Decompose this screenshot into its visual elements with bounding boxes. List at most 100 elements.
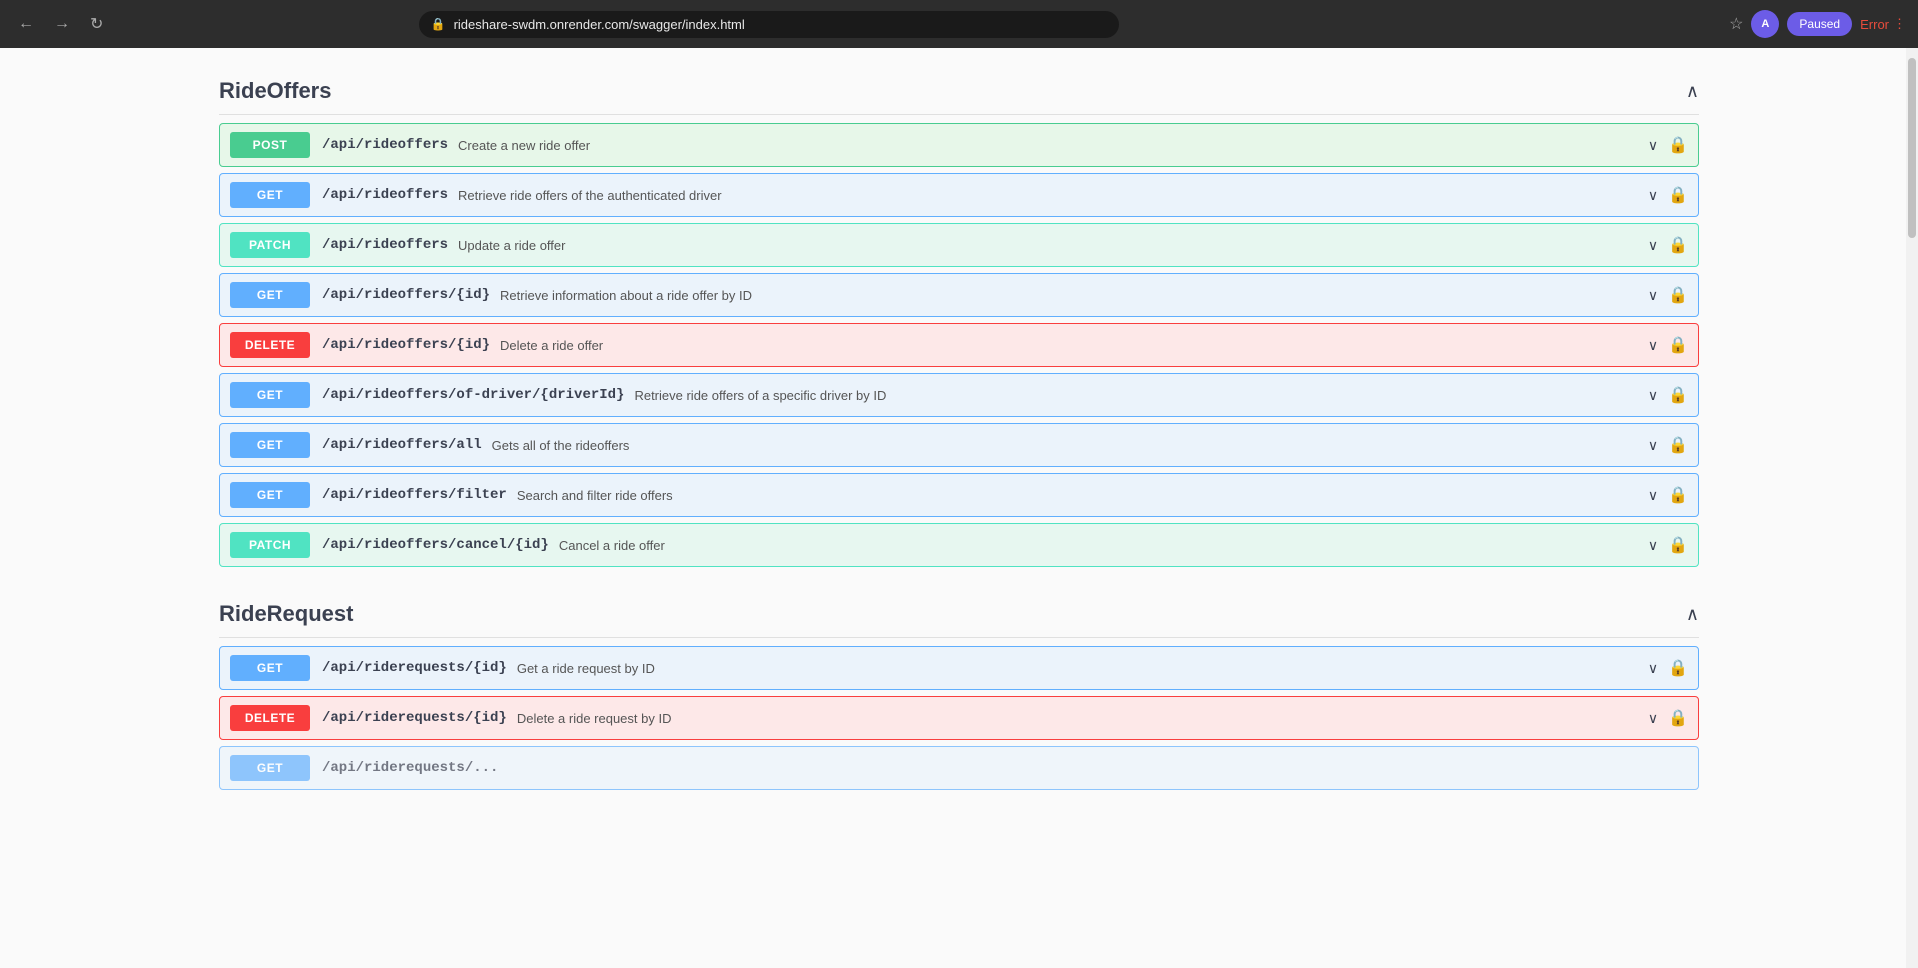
lock-icon-8: 🔒 [1668,535,1688,555]
api-path-1: /api/riderequests/{id} [322,710,507,726]
row-actions-1: ∨🔒 [1648,708,1688,728]
api-desc-0: Get a ride request by ID [517,661,1648,676]
api-row-ride-offers-2[interactable]: PATCH/api/rideoffers Update a ride offer∨… [219,223,1699,267]
forward-button[interactable]: → [48,11,76,37]
method-badge-get-partial: GET [230,755,310,781]
api-desc-1: Delete a ride request by ID [517,711,1648,726]
error-button[interactable]: Error ⋮ [1860,16,1906,32]
api-desc-1: Retrieve ride offers of the authenticate… [458,188,1648,203]
chevron-down-icon-3[interactable]: ∨ [1648,287,1658,304]
back-button[interactable]: ← [12,11,40,37]
api-row-ride-offers-5[interactable]: GET/api/rideoffers/of-driver/{driverId}R… [219,373,1699,417]
api-desc-4: Delete a ride offer [500,338,1648,353]
api-path-2: /api/rideoffers [322,237,448,253]
api-path-0: /api/rideoffers [322,137,448,153]
row-actions-1: ∨🔒 [1648,185,1688,205]
api-row-ride-offers-7[interactable]: GET/api/rideoffers/filter Search and filt… [219,473,1699,517]
api-desc-2: Update a ride offer [458,238,1648,253]
chevron-down-icon-0[interactable]: ∨ [1648,137,1658,154]
profile-initial: A [1761,18,1769,30]
chevron-down-icon-1[interactable]: ∨ [1648,710,1658,727]
method-badge-get-7: GET [230,482,310,508]
method-badge-patch-2: PATCH [230,232,310,258]
api-desc-6: Gets all of the rideoffers [492,438,1648,453]
chevron-down-icon-5[interactable]: ∨ [1648,387,1658,404]
row-actions-0: ∨🔒 [1648,135,1688,155]
api-path-5: /api/rideoffers/of-driver/{driverId} [322,387,624,403]
api-row-ride-offers-8[interactable]: PATCH/api/rideoffers/cancel/{id} Cancel a… [219,523,1699,567]
api-row-partial[interactable]: GET/api/riderequests/... [219,746,1699,790]
lock-icon: 🔒 [431,17,446,31]
url-text[interactable]: rideshare-swdm.onrender.com/swagger/inde… [454,17,745,32]
api-desc-8: Cancel a ride offer [559,538,1648,553]
section-ride-offers: RideOffers∧ POST/api/rideoffers Create a n… [219,68,1699,567]
paused-label: Paused [1799,17,1840,31]
section-ride-request: RideRequest∧GET/api/riderequests/{id}Get… [219,591,1699,790]
chevron-up-icon-ride-offers: ∧ [1686,81,1699,102]
api-path-4: /api/rideoffers/{id} [322,337,490,353]
section-header-ride-request[interactable]: RideRequest ∧ [219,591,1699,638]
profile-button[interactable]: A [1751,10,1779,38]
api-path-0: /api/riderequests/{id} [322,660,507,676]
section-title-ride-request: RideRequest [219,601,353,627]
address-bar: 🔒 rideshare-swdm.onrender.com/swagger/in… [419,11,1119,38]
row-actions-2: ∨🔒 [1648,235,1688,255]
method-badge-post-0: POST [230,132,310,158]
api-row-ride-offers-3[interactable]: GET/api/rideoffers/{id} Retrieve informat… [219,273,1699,317]
main-content: RideOffers∧ POST/api/rideoffers Create a n… [189,48,1729,834]
chevron-down-icon-6[interactable]: ∨ [1648,437,1658,454]
row-actions-3: ∨🔒 [1648,285,1688,305]
api-row-ride-offers-1[interactable]: GET/api/rideoffersRetrieve ride offers o… [219,173,1699,217]
chevron-down-icon-7[interactable]: ∨ [1648,487,1658,504]
chevron-down-icon-0[interactable]: ∨ [1648,660,1658,677]
api-path-partial: /api/riderequests/... [322,760,498,776]
lock-icon-4: 🔒 [1668,335,1688,355]
api-row-ride-offers-0[interactable]: POST/api/rideoffers Create a new ride off… [219,123,1699,167]
scrollbar-thumb[interactable] [1908,58,1916,238]
lock-icon-2: 🔒 [1668,235,1688,255]
api-row-ride-offers-4[interactable]: DELETE/api/rideoffers/{id} Delete a ride … [219,323,1699,367]
api-path-6: /api/rideoffers/all [322,437,482,453]
api-path-3: /api/rideoffers/{id} [322,287,490,303]
chevron-down-icon-8[interactable]: ∨ [1648,537,1658,554]
method-badge-patch-8: PATCH [230,532,310,558]
browser-chrome: ← → ↻ 🔒 rideshare-swdm.onrender.com/swag… [0,0,1918,48]
error-menu-icon: ⋮ [1893,16,1906,32]
lock-icon-5: 🔒 [1668,385,1688,405]
lock-icon-6: 🔒 [1668,435,1688,455]
api-desc-0: Create a new ride offer [458,138,1648,153]
row-actions-4: ∨🔒 [1648,335,1688,355]
api-desc-3: Retrieve information about a ride offer … [500,288,1648,303]
refresh-button[interactable]: ↻ [84,10,109,38]
method-badge-get-5: GET [230,382,310,408]
method-badge-get-6: GET [230,432,310,458]
api-row-ride-offers-6[interactable]: GET/api/rideoffers/all Gets all of the ri… [219,423,1699,467]
bookmark-star-icon[interactable]: ☆ [1729,14,1743,34]
api-row-ride-request-1[interactable]: DELETE/api/riderequests/{id} Delete a rid… [219,696,1699,740]
row-actions-8: ∨🔒 [1648,535,1688,555]
lock-icon-1: 🔒 [1668,708,1688,728]
chevron-down-icon-1[interactable]: ∨ [1648,187,1658,204]
method-badge-delete-1: DELETE [230,705,310,731]
row-actions-7: ∨🔒 [1648,485,1688,505]
row-actions-5: ∨🔒 [1648,385,1688,405]
error-label: Error [1860,17,1889,32]
lock-icon-7: 🔒 [1668,485,1688,505]
api-path-8: /api/rideoffers/cancel/{id} [322,537,549,553]
chevron-down-icon-4[interactable]: ∨ [1648,337,1658,354]
row-actions-6: ∨🔒 [1648,435,1688,455]
chevron-up-icon-ride-request: ∧ [1686,604,1699,625]
chevron-down-icon-2[interactable]: ∨ [1648,237,1658,254]
lock-icon-1: 🔒 [1668,185,1688,205]
section-header-ride-offers[interactable]: RideOffers∧ [219,68,1699,115]
method-badge-get-3: GET [230,282,310,308]
method-badge-delete-4: DELETE [230,332,310,358]
api-path-7: /api/rideoffers/filter [322,487,507,503]
api-row-ride-request-0[interactable]: GET/api/riderequests/{id}Get a ride requ… [219,646,1699,690]
scrollbar[interactable] [1906,48,1918,968]
lock-icon-0: 🔒 [1668,658,1688,678]
lock-icon-0: 🔒 [1668,135,1688,155]
api-path-1: /api/rideoffers [322,187,448,203]
api-desc-7: Search and filter ride offers [517,488,1648,503]
paused-button[interactable]: Paused [1787,12,1852,36]
